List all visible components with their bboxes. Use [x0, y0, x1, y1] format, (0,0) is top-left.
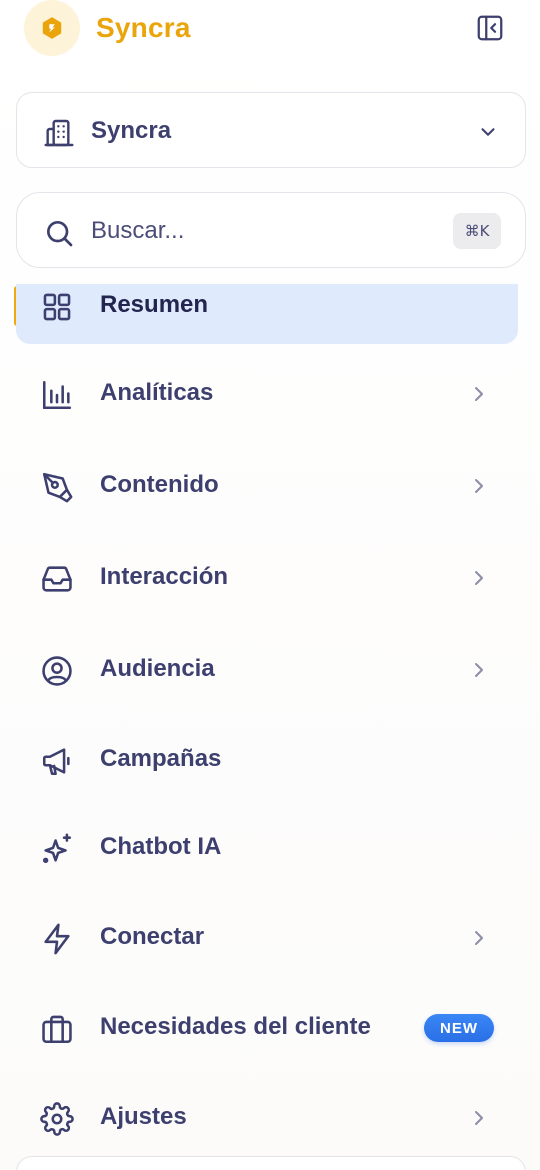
brand-name: Syncra	[96, 12, 191, 43]
user-circle-icon	[40, 654, 74, 688]
chevron-right-icon	[472, 568, 486, 588]
nav-item-label: Necesidades del cliente	[100, 1013, 371, 1040]
nav-item-label: Campañas	[100, 745, 222, 772]
sidebar-collapse-icon[interactable]	[474, 12, 506, 44]
nav-item-label: Audiencia	[100, 655, 215, 682]
workspace-selector[interactable]: Syncra	[16, 92, 526, 168]
nav-item-resumen[interactable]: Resumen	[16, 284, 518, 344]
inbox-icon	[40, 562, 74, 596]
nav-item-contenido[interactable]: Contenido	[16, 456, 518, 516]
chevron-down-icon	[477, 121, 499, 143]
bar-chart-icon	[40, 378, 74, 412]
search-box: ⌘K	[16, 192, 526, 268]
workspace-label: Syncra	[91, 117, 172, 144]
sidebar: Syncra Syncra Buscar... ⌘K Resumen Analí…	[0, 0, 540, 1170]
briefcase-icon	[40, 1012, 74, 1046]
nav-item-label: Resumen	[100, 291, 209, 318]
chevron-right-icon	[472, 1108, 486, 1128]
nav-item-label: Analíticas	[100, 379, 214, 406]
chevron-right-icon	[472, 476, 486, 496]
hexagon-logo-icon[interactable]	[24, 0, 80, 56]
nav-item-interaccion[interactable]: Interacción	[16, 548, 518, 608]
chevron-right-icon	[472, 660, 486, 680]
nav-item-label: Interacción	[100, 563, 229, 590]
nav-item-ajustes[interactable]: Ajustes	[16, 1088, 518, 1148]
zap-icon	[40, 922, 74, 956]
chevron-right-icon	[472, 928, 486, 948]
sparkles-icon	[40, 832, 74, 866]
sidebar-footer-card	[16, 1156, 526, 1170]
nav-item-conectar[interactable]: Conectar	[16, 908, 518, 968]
pen-tool-icon	[40, 470, 74, 504]
search-input[interactable]	[91, 211, 431, 251]
nav-item-label: Ajustes	[100, 1103, 187, 1130]
chevron-right-icon	[472, 384, 486, 404]
nav-item-label: Conectar	[100, 923, 205, 950]
nav-item-label: Contenido	[100, 471, 219, 498]
gear-icon	[40, 1102, 74, 1136]
building-icon	[43, 117, 75, 149]
nav-item-chatbot-ia[interactable]: Chatbot IA	[16, 818, 518, 878]
new-badge: NEW	[424, 1014, 494, 1042]
search-shortcut-badge: ⌘K	[453, 213, 501, 249]
megaphone-icon	[40, 744, 74, 778]
nav-item-audiencia[interactable]: Audiencia	[16, 640, 518, 700]
nav-item-necesidades-del-cliente[interactable]: Necesidades del cliente NEW	[16, 998, 518, 1058]
nav-item-label: Chatbot IA	[100, 833, 222, 860]
sidebar-header: Syncra	[0, 0, 540, 62]
search-icon	[43, 217, 75, 249]
grid-icon	[40, 290, 74, 324]
nav-item-analiticas[interactable]: Analíticas	[16, 364, 518, 424]
nav-item-campanas[interactable]: Campañas	[16, 730, 518, 790]
